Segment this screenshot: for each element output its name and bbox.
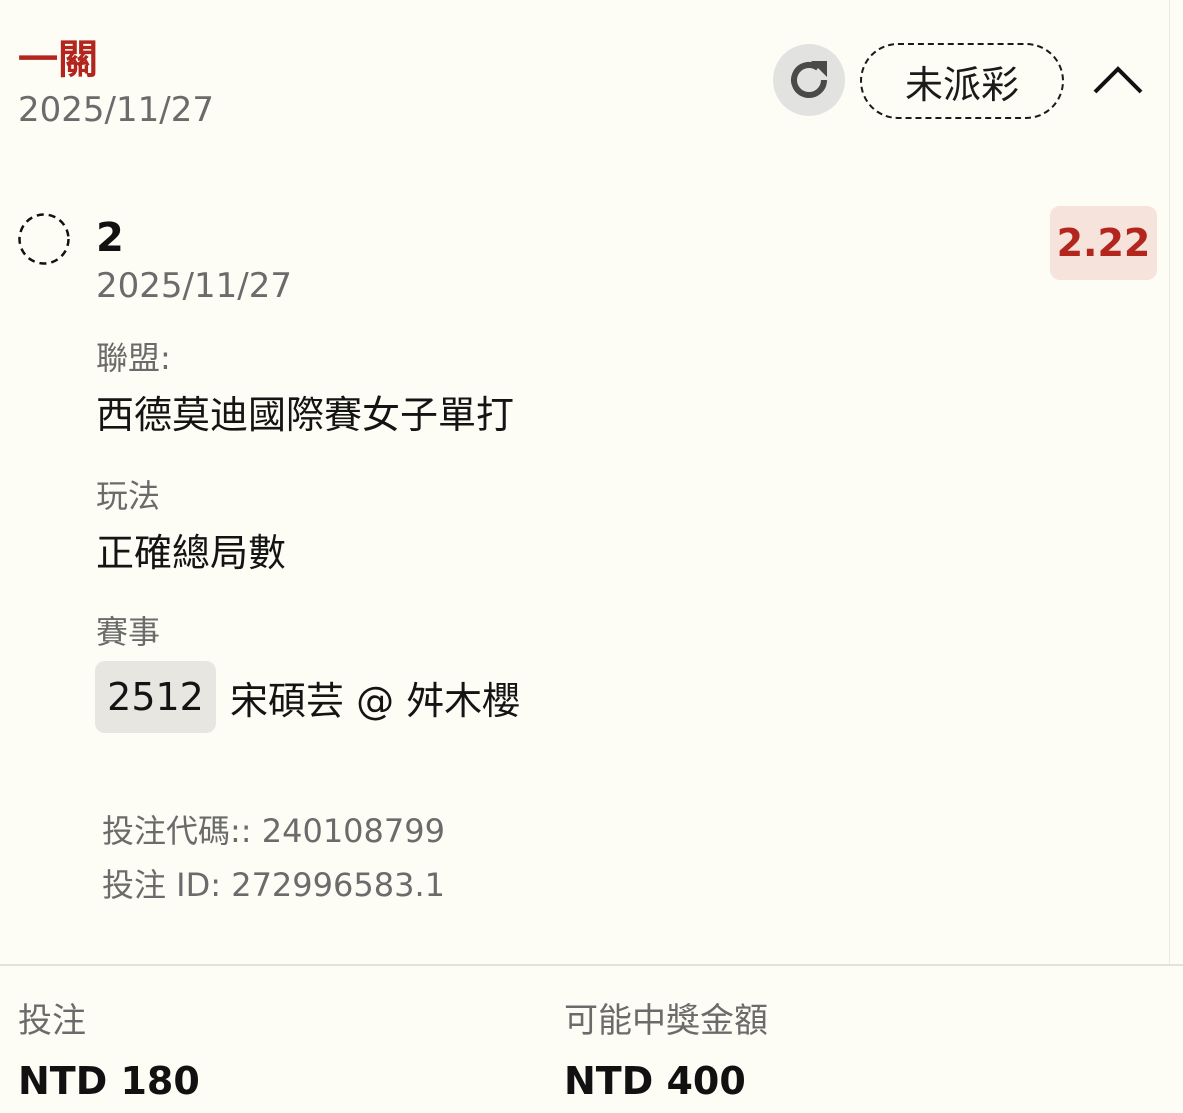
bet-type-title: 一關: [18, 37, 98, 83]
stake-value: NTD 180: [18, 1059, 200, 1103]
selection-pick: 2: [96, 215, 124, 261]
event-row: 2512 宋碩芸 @ 舛木櫻: [95, 661, 520, 733]
league-value: 西德莫迪國際賽女子單打: [96, 393, 515, 437]
event-label: 賽事: [96, 613, 161, 651]
card-edge: [1169, 0, 1183, 964]
bet-date: 2025/11/27: [18, 90, 214, 130]
bet-id: 投注 ID: 272996583.1: [102, 866, 445, 904]
payout-value: NTD 400: [564, 1059, 746, 1103]
market-value: 正確總局數: [96, 531, 287, 575]
bet-card: 一關 2025/11/27 未派彩 2 2025/11/27 2.22 聯盟: …: [0, 0, 1183, 1113]
bet-code: 投注代碼:: 240108799: [102, 812, 445, 850]
collapse-button[interactable]: [1090, 52, 1146, 108]
market-label: 玩法: [96, 477, 161, 515]
chevron-up-icon: [1093, 66, 1143, 94]
event-name: 宋碩芸 @ 舛木櫻: [230, 678, 521, 723]
payout-label: 可能中獎金額: [564, 1001, 768, 1041]
stake-label: 投注: [18, 1001, 86, 1041]
refresh-button[interactable]: [773, 44, 845, 116]
selection-date: 2025/11/27: [96, 266, 292, 306]
refresh-icon: [791, 61, 827, 98]
status-badge: 未派彩: [860, 43, 1064, 119]
odds-badge: 2.22: [1050, 206, 1157, 280]
footer-divider: [0, 964, 1183, 966]
event-code-badge: 2512: [95, 661, 216, 733]
pending-circle-icon: [18, 213, 70, 265]
league-label: 聯盟:: [96, 339, 171, 377]
